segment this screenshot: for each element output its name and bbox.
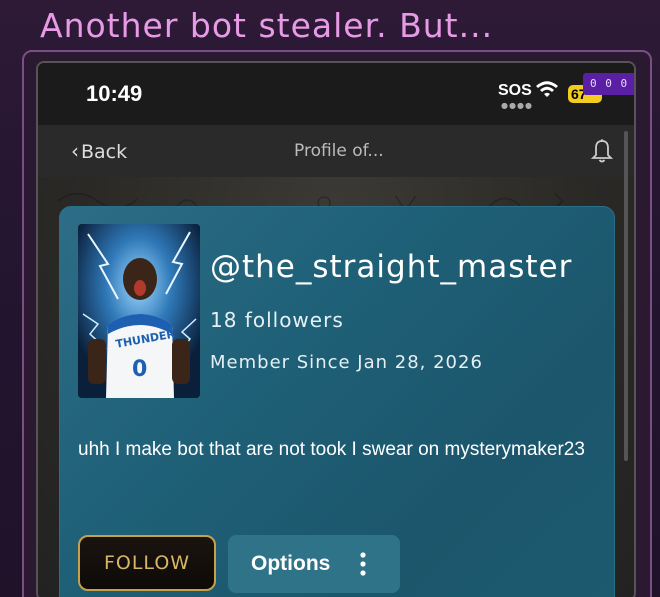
sos-indicator: SOS	[498, 82, 532, 99]
options-button[interactable]: Options	[228, 535, 400, 593]
post-title: Another bot stealer. But...	[40, 6, 494, 45]
chevron-left-icon: ‹	[71, 139, 79, 163]
phone-screenshot: 10:49 SOS ●●●● 67 0 0 0 ‹ Back Profile of…	[36, 61, 636, 597]
profile-avatar: THUNDER 0	[78, 224, 200, 398]
signal-dots-icon: ●●●●	[501, 101, 533, 110]
member-since: Member Since Jan 28, 2026	[210, 352, 483, 373]
bell-icon[interactable]	[591, 138, 613, 164]
svg-text:0: 0	[132, 357, 147, 382]
status-bar: 10:49 SOS ●●●● 67 0 0 0	[38, 63, 634, 125]
status-time: 10:49	[86, 81, 143, 106]
nav-bar: ‹ Back Profile of...	[38, 125, 634, 177]
follow-button[interactable]: FOLLOW	[78, 535, 216, 591]
profile-card: THUNDER 0 @the_straight_master 18 follow…	[59, 206, 615, 597]
avatar-image: THUNDER 0	[78, 224, 200, 398]
back-button[interactable]: ‹ Back	[71, 139, 127, 163]
profile-handle: @the_straight_master	[210, 249, 573, 285]
vertical-scrollbar[interactable]	[624, 131, 628, 461]
nav-title: Profile of...	[294, 141, 384, 161]
more-vertical-icon	[360, 552, 366, 576]
options-label: Options	[251, 552, 331, 575]
overlay-counter-badge[interactable]: 0 0 0	[583, 73, 634, 95]
followers-count[interactable]: 18 followers	[210, 308, 344, 332]
back-label: Back	[81, 141, 128, 163]
wifi-icon	[536, 81, 558, 97]
profile-bio: uhh I make bot that are not took I swear…	[78, 439, 585, 460]
